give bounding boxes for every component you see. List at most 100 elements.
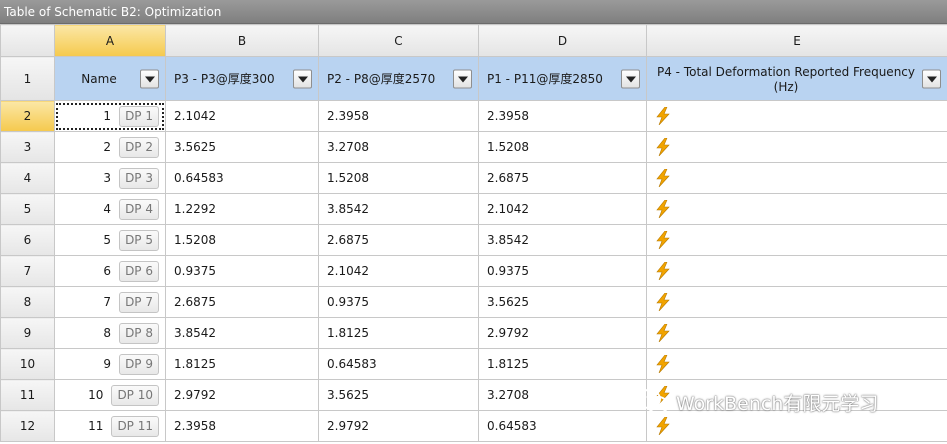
row-number[interactable]: 10 (0, 348, 55, 380)
p2-value[interactable]: 2.1042 (318, 255, 479, 287)
table-row[interactable]: 4 3 DP 3 0.64583 1.5208 2.6875 (0, 162, 947, 194)
p1-value[interactable]: 2.3958 (478, 100, 647, 132)
corner-cell[interactable] (0, 24, 55, 57)
p1-value[interactable]: 2.6875 (478, 162, 647, 194)
p1-value[interactable]: 0.64583 (478, 410, 647, 442)
p1-value[interactable]: 1.5208 (478, 131, 647, 163)
p2-value[interactable]: 0.64583 (318, 348, 479, 380)
column-header-e[interactable]: E (646, 24, 947, 57)
p3-value[interactable]: 3.8542 (165, 317, 319, 349)
design-point-button[interactable]: DP 3 (119, 167, 159, 189)
row-number[interactable]: 4 (0, 162, 55, 194)
table-row[interactable]: 2 1 DP 1 2.1042 2.3958 2.3958 (0, 100, 947, 132)
table-row[interactable]: 10 9 DP 9 1.8125 0.64583 1.8125 (0, 348, 947, 380)
name-cell[interactable]: 5 DP 5 (54, 224, 166, 256)
p1-value[interactable]: 3.8542 (478, 224, 647, 256)
table-row[interactable]: 7 6 DP 6 0.9375 2.1042 0.9375 (0, 255, 947, 287)
p2-value[interactable]: 3.2708 (318, 131, 479, 163)
p3-value[interactable]: 2.3958 (165, 410, 319, 442)
column-header-d[interactable]: D (478, 24, 647, 57)
p1-value[interactable]: 0.9375 (478, 255, 647, 287)
row-number[interactable]: 3 (0, 131, 55, 163)
design-point-button[interactable]: DP 4 (119, 198, 159, 220)
design-point-button[interactable]: DP 2 (119, 136, 159, 158)
p4-header-label: P4 - Total Deformation Reported Frequenc… (656, 64, 915, 94)
row-number[interactable]: 9 (0, 317, 55, 349)
p1-value[interactable]: 2.9792 (478, 317, 647, 349)
p3-value[interactable]: 2.1042 (165, 100, 319, 132)
p2-filter-dropdown[interactable] (453, 69, 472, 88)
p4-value-cell[interactable] (646, 193, 947, 225)
p4-value-cell[interactable] (646, 348, 947, 380)
design-point-button[interactable]: DP 6 (119, 260, 159, 282)
p4-filter-dropdown[interactable] (922, 69, 941, 88)
p4-value-cell[interactable] (646, 255, 947, 287)
row-number[interactable]: 5 (0, 193, 55, 225)
p4-value-cell[interactable] (646, 286, 947, 318)
p3-value[interactable]: 2.6875 (165, 286, 319, 318)
name-cell[interactable]: 8 DP 8 (54, 317, 166, 349)
table-row[interactable]: 3 2 DP 2 3.5625 3.2708 1.5208 (0, 131, 947, 163)
p2-value[interactable]: 2.9792 (318, 410, 479, 442)
table-row[interactable]: 8 7 DP 7 2.6875 0.9375 3.5625 (0, 286, 947, 318)
row-number[interactable]: 6 (0, 224, 55, 256)
row-number[interactable]: 7 (0, 255, 55, 287)
table-row[interactable]: 6 5 DP 5 1.5208 2.6875 3.8542 (0, 224, 947, 256)
p4-value-cell[interactable] (646, 100, 947, 132)
row-number[interactable]: 2 (0, 100, 55, 132)
design-point-button[interactable]: DP 7 (119, 291, 159, 313)
design-point-button[interactable]: DP 9 (119, 353, 159, 375)
column-header-b[interactable]: B (165, 24, 319, 57)
p2-value[interactable]: 0.9375 (318, 286, 479, 318)
name-cell[interactable]: 4 DP 4 (54, 193, 166, 225)
p2-value[interactable]: 2.6875 (318, 224, 479, 256)
p2-value[interactable]: 3.5625 (318, 379, 479, 411)
p3-value[interactable]: 0.64583 (165, 162, 319, 194)
design-point-button[interactable]: DP 8 (119, 322, 159, 344)
row-number-header[interactable]: 1 (0, 56, 55, 101)
p3-value[interactable]: 0.9375 (165, 255, 319, 287)
name-cell[interactable]: 11 DP 11 (54, 410, 166, 442)
design-point-button[interactable]: DP 10 (111, 384, 159, 406)
name-cell[interactable]: 2 DP 2 (54, 131, 166, 163)
p4-value-cell[interactable] (646, 317, 947, 349)
p2-value[interactable]: 1.8125 (318, 317, 479, 349)
p3-filter-dropdown[interactable] (293, 69, 312, 88)
design-point-button[interactable]: DP 5 (119, 229, 159, 251)
p4-value-cell[interactable] (646, 162, 947, 194)
name-cell[interactable]: 9 DP 9 (54, 348, 166, 380)
name-filter-dropdown[interactable] (140, 69, 159, 88)
p2-value[interactable]: 3.8542 (318, 193, 479, 225)
p2-value[interactable]: 2.3958 (318, 100, 479, 132)
row-number[interactable]: 12 (0, 410, 55, 442)
column-header-c[interactable]: C (318, 24, 479, 57)
p1-filter-dropdown[interactable] (621, 69, 640, 88)
design-point-button[interactable]: DP 11 (111, 415, 159, 437)
lightning-bolt-icon (655, 230, 671, 250)
name-cell[interactable]: 10 DP 10 (54, 379, 166, 411)
p4-header: P4 - Total Deformation Reported Frequenc… (646, 56, 947, 101)
table-row[interactable]: 9 8 DP 8 3.8542 1.8125 2.9792 (0, 317, 947, 349)
p1-value[interactable]: 3.2708 (478, 379, 647, 411)
p3-value[interactable]: 1.8125 (165, 348, 319, 380)
p2-value[interactable]: 1.5208 (318, 162, 479, 194)
p4-value-cell[interactable] (646, 131, 947, 163)
row-number[interactable]: 11 (0, 379, 55, 411)
row-number[interactable]: 8 (0, 286, 55, 318)
window-title: Table of Schematic B2: Optimization (0, 0, 947, 24)
table-row[interactable]: 5 4 DP 4 1.2292 3.8542 2.1042 (0, 193, 947, 225)
name-cell[interactable]: 3 DP 3 (54, 162, 166, 194)
p3-value[interactable]: 3.5625 (165, 131, 319, 163)
p1-value[interactable]: 2.1042 (478, 193, 647, 225)
design-point-button[interactable]: DP 1 (119, 105, 159, 127)
p4-value-cell[interactable] (646, 224, 947, 256)
p1-value[interactable]: 3.5625 (478, 286, 647, 318)
column-header-a[interactable]: A (54, 24, 166, 57)
p1-value[interactable]: 1.8125 (478, 348, 647, 380)
name-cell[interactable]: 7 DP 7 (54, 286, 166, 318)
p3-value[interactable]: 2.9792 (165, 379, 319, 411)
name-cell[interactable]: 1 DP 1 (54, 100, 166, 132)
name-cell[interactable]: 6 DP 6 (54, 255, 166, 287)
p3-value[interactable]: 1.5208 (165, 224, 319, 256)
p3-value[interactable]: 1.2292 (165, 193, 319, 225)
